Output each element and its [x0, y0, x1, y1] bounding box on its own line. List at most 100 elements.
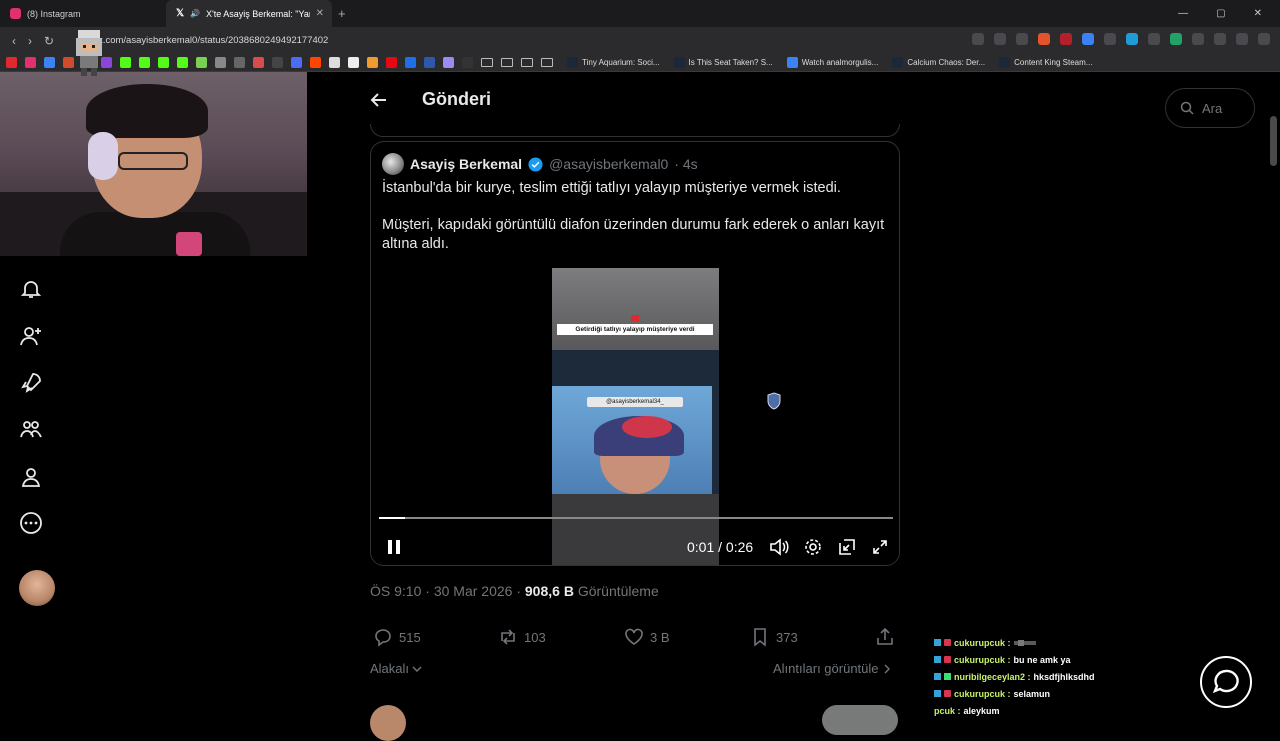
video-progress-bar[interactable] — [379, 517, 893, 519]
video-total-time: 0:26 — [725, 539, 754, 555]
new-tab-button[interactable]: + — [338, 6, 346, 21]
bookmark-seat-taken[interactable]: Is This Seat Taken? S... — [673, 57, 773, 68]
bookmark-button[interactable]: 373 — [750, 627, 798, 647]
bookmark-watch[interactable]: Watch analmorgulis... — [786, 57, 878, 68]
amazon-icon[interactable] — [348, 57, 359, 68]
netflix-icon[interactable] — [386, 57, 397, 68]
author-handle[interactable]: @asayisberkemal0 — [549, 156, 668, 172]
zoom-icon[interactable] — [994, 33, 1006, 45]
tab-instagram[interactable]: (8) Instagram — [0, 0, 166, 27]
cast-icon[interactable] — [972, 33, 984, 45]
fullscreen-button[interactable] — [869, 536, 891, 558]
folder-icon[interactable] — [521, 58, 533, 67]
bookmark-icon[interactable] — [329, 57, 340, 68]
close-window-icon[interactable]: ✕ — [1254, 8, 1262, 19]
kick-icon[interactable] — [139, 57, 150, 68]
reply-button[interactable]: 515 — [373, 627, 421, 647]
bookmark-icon[interactable] — [367, 57, 378, 68]
brave-shield-icon[interactable] — [1038, 33, 1050, 45]
folder-icon[interactable] — [541, 58, 553, 67]
menu-icon[interactable] — [1258, 33, 1270, 45]
profile-button[interactable] — [17, 463, 45, 491]
bookmark-tiny-aquarium[interactable]: Tiny Aquarium: Soci... — [567, 57, 660, 68]
more-button[interactable] — [17, 509, 45, 537]
page-scrollbar[interactable] — [1270, 116, 1277, 166]
ublock-icon[interactable] — [1060, 33, 1072, 45]
video-player[interactable]: Getirdiği tatlıyı yalayıp müşteriye verd… — [371, 268, 899, 565]
reply-author-avatar[interactable] — [370, 705, 406, 741]
extension-icon[interactable] — [1170, 33, 1182, 45]
bookmark-icon[interactable] — [424, 57, 435, 68]
search-box[interactable]: Ara — [1165, 88, 1255, 128]
post-date[interactable]: 30 Mar 2026 — [434, 583, 513, 599]
share-icon[interactable] — [1016, 33, 1028, 45]
communities-button[interactable] — [17, 415, 45, 443]
author-name[interactable]: Asayiş Berkemal — [410, 156, 522, 172]
extension-icon[interactable] — [1126, 33, 1138, 45]
tab-title: X'te Asayiş Berkemal: "Yanlış ... — [206, 8, 310, 19]
like-button[interactable]: 3 B — [624, 627, 670, 647]
back-icon[interactable]: ‹ — [12, 34, 16, 48]
music-icon[interactable] — [1236, 33, 1248, 45]
pause-button[interactable] — [383, 536, 405, 558]
reload-icon[interactable]: ↻ — [44, 34, 54, 48]
reply-follow-button[interactable] — [822, 705, 898, 735]
reply-count: 515 — [399, 629, 421, 645]
back-arrow-icon[interactable] — [369, 90, 389, 110]
quoted-post[interactable]: Asayiş Berkemal @asayisberkemal0 · 4s İs… — [370, 141, 900, 566]
anchor-icon[interactable] — [215, 57, 226, 68]
extension-icon[interactable] — [1104, 33, 1116, 45]
person-icon — [21, 468, 41, 487]
folder-icon[interactable] — [481, 58, 493, 67]
bookmark-icon[interactable] — [462, 57, 473, 68]
post-time[interactable]: ÖS 9:10 — [370, 583, 421, 599]
relevance-dropdown[interactable]: Alakalı — [370, 661, 422, 676]
bookmark-calcium-chaos[interactable]: Calcium Chaos: Der... — [892, 57, 985, 68]
grok-button[interactable] — [17, 369, 45, 397]
url-field[interactable]: x.com/asayisberkemal0/status/20386802494… — [98, 35, 328, 46]
pip-button[interactable] — [836, 536, 858, 558]
kick-icon[interactable] — [120, 57, 131, 68]
puzzle-icon[interactable] — [1192, 33, 1204, 45]
minimize-icon[interactable]: — — [1178, 8, 1188, 19]
bookmark-content-king[interactable]: Content King Steam... — [999, 57, 1092, 68]
extension-icon[interactable] — [1148, 33, 1160, 45]
kick-icon[interactable] — [158, 57, 169, 68]
folder-icon[interactable] — [501, 58, 513, 67]
communities-icon — [20, 421, 42, 438]
video-progress-fill — [379, 517, 405, 519]
reddit-icon[interactable] — [310, 57, 321, 68]
bookmark-icon[interactable] — [234, 57, 245, 68]
rocket-icon — [21, 373, 41, 393]
bookmark-icon[interactable] — [44, 57, 55, 68]
follow-button[interactable] — [17, 322, 45, 350]
kick-icon[interactable] — [177, 57, 188, 68]
instagram-icon[interactable] — [25, 57, 36, 68]
forward-icon[interactable]: › — [28, 34, 32, 48]
author-avatar[interactable] — [382, 153, 404, 175]
extension-icon[interactable] — [1082, 33, 1094, 45]
bookmark-icon[interactable] — [196, 57, 207, 68]
youtube-icon[interactable] — [6, 57, 17, 68]
bookmark-icon[interactable] — [291, 57, 302, 68]
speaker-icon[interactable]: 🔊 — [190, 9, 200, 18]
address-bar: ‹ › ↻ x.com/asayisberkemal0/status/20386… — [0, 27, 1280, 54]
close-tab-icon[interactable]: ✕ — [316, 8, 324, 19]
settings-button[interactable] — [802, 536, 824, 558]
chat-badge-icon — [934, 656, 941, 663]
messages-fab-button[interactable] — [1200, 656, 1252, 708]
share-button[interactable] — [875, 627, 895, 647]
bookmark-icon[interactable] — [405, 57, 416, 68]
volume-button[interactable] — [768, 536, 790, 558]
maximize-icon[interactable]: ▢ — [1216, 8, 1225, 19]
account-avatar[interactable] — [19, 570, 55, 606]
x-logo-icon[interactable] — [272, 57, 283, 68]
bookmark-icon[interactable] — [443, 57, 454, 68]
notifications-button[interactable] — [17, 275, 45, 303]
tab-x-post[interactable]: 𝕏 🔊 X'te Asayiş Berkemal: "Yanlış ... ✕ — [166, 0, 332, 27]
repost-button[interactable]: 103 — [498, 627, 546, 647]
view-quotes-link[interactable]: Alıntıları görüntüle — [773, 661, 891, 676]
bookmark-icon[interactable] — [253, 57, 264, 68]
sidebar-icon[interactable] — [1214, 33, 1226, 45]
repost-icon — [501, 629, 515, 645]
